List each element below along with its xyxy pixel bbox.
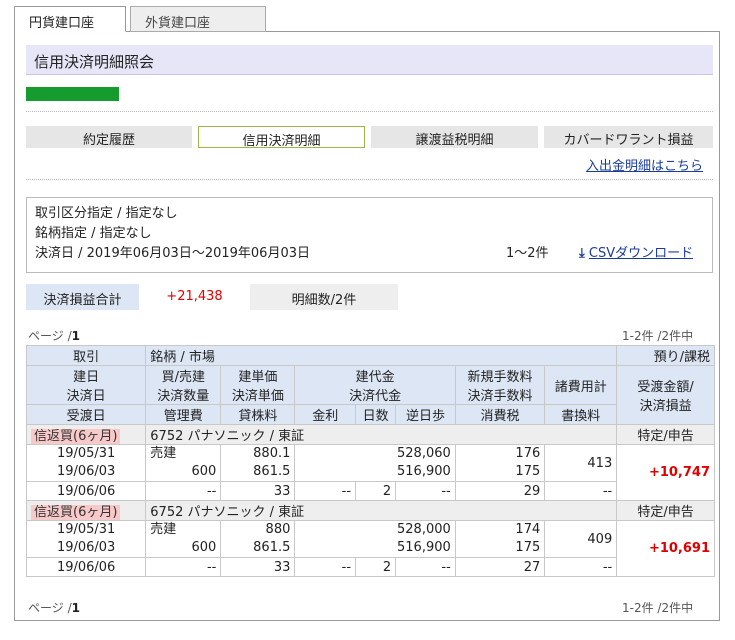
mgmt-fee: -- — [145, 481, 222, 501]
filter-trade-type: 取引区分指定 / 指定なし — [35, 206, 178, 221]
filter-stock: 銘柄指定 / 指定なし — [35, 226, 152, 241]
header-row-2: 建日 決済日 買/売建 決済数量 建単価 決済単価 建代金 決済代金 新規手数料… — [25, 365, 715, 425]
header-unit-price: 建単価 決済単価 — [220, 365, 296, 405]
record-header-row: 信返買(6ヶ月) 6752 パナソニック / 東証 特定/申告 — [25, 424, 715, 445]
page-title: 信用決済明細照会 — [26, 45, 713, 75]
subnav-capital-gains-tax[interactable]: 譲渡益税明細 — [371, 126, 538, 148]
header-mgmt-fee: 管理費 — [145, 404, 222, 425]
filter-summary: 取引区分指定 / 指定なし 銘柄指定 / 指定なし 決済日 / 2019年06月… — [26, 197, 713, 273]
account-name-redacted — [26, 87, 119, 101]
account-type: 特定/申告 — [616, 424, 715, 445]
divider — [26, 179, 713, 180]
lending-fee: 33 — [220, 557, 296, 577]
stock-market: 6752 パナソニック / 東証 — [145, 500, 618, 521]
side-qty: 売建 600 — [145, 520, 222, 558]
subnav-margin-settlement[interactable]: 信用決済明細 — [198, 126, 365, 149]
tab-foreign-account[interactable]: 外貨建口座 — [130, 6, 266, 32]
header-open-close-date: 建日 決済日 — [25, 365, 147, 405]
unit-price: 880 861.5 — [220, 520, 296, 558]
delivery-date: 19/06/06 — [25, 481, 147, 501]
table-row: 19/05/31 19/06/03 売建 600 880.1 861.5 528,06… — [25, 444, 715, 501]
pl-total-value: +21,438 — [166, 289, 223, 304]
header-trade: 取引 — [25, 345, 147, 366]
open-close-date: 19/05/31 19/06/03 — [25, 444, 147, 482]
amount: 528,060 516,900 — [294, 444, 456, 482]
header-account-tax: 預り/課税 — [616, 345, 715, 366]
header-rewrite-fee: 書換料 — [544, 404, 618, 425]
tax: 29 — [454, 481, 546, 501]
header-stock-market: 銘柄 / 市場 — [145, 345, 618, 366]
rewrite-fee: -- — [544, 557, 618, 577]
header-amount: 建代金 決済代金 — [294, 365, 456, 405]
account-type: 特定/申告 — [616, 500, 715, 521]
header-tax: 消費税 — [454, 404, 546, 425]
trade-type: 信返買(6ヶ月) — [25, 500, 147, 521]
reverse-fee: -- — [395, 481, 456, 501]
days: 2 — [355, 481, 397, 501]
header-total-cost: 諸費用計 — [544, 365, 618, 405]
header-side-qty: 買/売建 決済数量 — [145, 365, 222, 405]
download-icon: ⤓ — [579, 246, 585, 261]
delivery-date: 19/06/06 — [25, 557, 147, 577]
rewrite-fee: -- — [544, 481, 618, 501]
settlement-pl: +10,691 — [616, 520, 715, 577]
settlement-table: 取引 銘柄 / 市場 預り/課税 建日 決済日 買/売建 決済数量 建単価 決済… — [25, 345, 715, 577]
page-indicator-top: ページ /1 — [28, 329, 80, 343]
header-pl: 受渡金額/ 決済損益 — [616, 365, 715, 425]
subnav-trade-history[interactable]: 約定履歴 — [26, 126, 192, 148]
result-count: 1～2件 — [506, 246, 549, 261]
range-indicator-top: 1-2件 /2件中 — [622, 329, 694, 343]
trade-type: 信返買(6ヶ月) — [25, 424, 147, 445]
header-fees: 新規手数料 決済手数料 — [454, 365, 546, 405]
detail-count: 明細数/2件 — [250, 284, 398, 310]
total-cost: 413 — [544, 444, 618, 482]
header-lending-fee: 貸株料 — [220, 404, 296, 425]
table-row: 19/06/06 -- 33 -- 2 -- 27 -- — [25, 557, 715, 577]
side-qty: 売建 600 — [145, 444, 222, 482]
interest: -- — [294, 557, 357, 577]
pl-total-label: 決済損益合計 — [26, 284, 139, 310]
csv-download-label: CSVダウンロード — [588, 246, 694, 261]
reverse-fee: -- — [395, 557, 456, 577]
days: 2 — [355, 557, 397, 577]
stock-market: 6752 パナソニック / 東証 — [145, 424, 618, 445]
lending-fee: 33 — [220, 481, 296, 501]
divider — [26, 111, 713, 112]
interest: -- — [294, 481, 357, 501]
csv-download-link[interactable]: ⤓ CSVダウンロード — [579, 244, 693, 264]
mgmt-fee: -- — [145, 557, 222, 577]
total-cost: 409 — [544, 520, 618, 558]
open-close-date: 19/05/31 19/06/03 — [25, 520, 147, 558]
unit-price: 880.1 861.5 — [220, 444, 296, 482]
settlement-pl: +10,747 — [616, 444, 715, 501]
amount: 528,000 516,900 — [294, 520, 456, 558]
range-indicator-bottom: 1-2件 /2件中 — [622, 601, 694, 615]
header-row-1: 取引 銘柄 / 市場 預り/課税 — [25, 345, 715, 366]
record-header-row: 信返買(6ヶ月) 6752 パナソニック / 東証 特定/申告 — [25, 500, 715, 521]
header-days: 日数 — [355, 404, 397, 425]
table-row: 19/05/31 19/06/03 売建 600 880 861.5 528,000 5… — [25, 520, 715, 577]
subnav-covered-warrant[interactable]: カバードワラント損益 — [544, 126, 713, 148]
header-row-3: 受渡日 管理費 貸株料 金利 日数 逆日歩 消費税 書換料 — [25, 404, 715, 425]
page-indicator-bottom: ページ /1 — [28, 601, 80, 615]
header-delivery-date: 受渡日 — [25, 404, 147, 425]
tax: 27 — [454, 557, 546, 577]
header-reverse-fee: 逆日歩 — [395, 404, 456, 425]
fees: 174 175 — [454, 520, 546, 558]
table-row: 19/06/06 -- 33 -- 2 -- 29 -- — [25, 481, 715, 501]
tab-yen-account[interactable]: 円貨建口座 — [14, 6, 126, 32]
account-tabs: 円貨建口座 外貨建口座 — [14, 6, 720, 32]
deposit-history-link[interactable]: 入出金明細はこちら — [586, 155, 703, 174]
header-interest: 金利 — [294, 404, 357, 425]
fees: 176 175 — [454, 444, 546, 482]
